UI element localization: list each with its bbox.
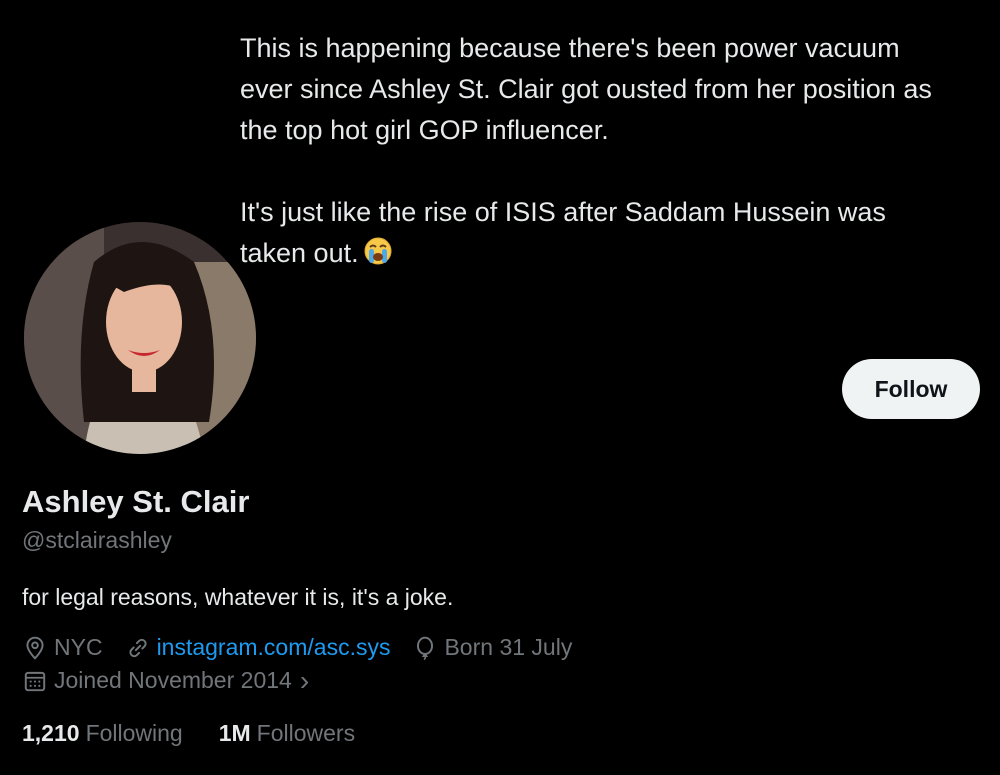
- location-pin-icon: [26, 636, 44, 660]
- link-icon: [128, 638, 147, 657]
- loudly-crying-face-icon: [363, 236, 393, 266]
- bio: for legal reasons, whatever it is, it's …: [22, 584, 454, 610]
- chevron-right-icon: ›: [299, 665, 310, 696]
- website-link[interactable]: instagram.com/asc.sys: [157, 634, 391, 661]
- following-count: 1,210: [22, 720, 80, 746]
- tweet-text: This is happening because there's been p…: [240, 28, 940, 274]
- followers-label: Followers: [256, 720, 356, 746]
- user-handle: @stclairashley: [22, 527, 172, 553]
- follow-stats: 1,210 Following 1M Followers: [22, 720, 391, 747]
- joined-row[interactable]: Joined November 2014 ›: [22, 665, 331, 696]
- location-text: NYC: [54, 634, 103, 660]
- birthday-text: Born 31 July: [444, 634, 573, 660]
- avatar[interactable]: [24, 222, 256, 454]
- tweet-paragraph-2: It's just like the rise of ISIS after Sa…: [240, 192, 940, 274]
- location-item: NYC: [22, 634, 103, 661]
- profile-meta-row: NYC instagram.com/asc.sys Born 31 July: [22, 634, 594, 661]
- followers-count: 1M: [218, 720, 251, 746]
- balloon-icon: [417, 636, 434, 660]
- follow-button[interactable]: Follow: [842, 359, 980, 419]
- tweet-paragraph-2-text: It's just like the rise of ISIS after Sa…: [240, 197, 886, 268]
- following-stat[interactable]: 1,210 Following: [22, 720, 183, 747]
- joined-item[interactable]: Joined November 2014 ›: [22, 665, 310, 696]
- joined-text: Joined November 2014: [54, 667, 292, 693]
- birthday-item: Born 31 July: [412, 634, 572, 661]
- followers-stat[interactable]: 1M Followers: [219, 720, 355, 747]
- display-name: Ashley St. Clair: [22, 484, 250, 519]
- following-label: Following: [85, 720, 183, 746]
- website-item[interactable]: instagram.com/asc.sys: [125, 634, 391, 661]
- tweet-paragraph-1: This is happening because there's been p…: [240, 33, 932, 145]
- calendar-icon: [24, 671, 46, 691]
